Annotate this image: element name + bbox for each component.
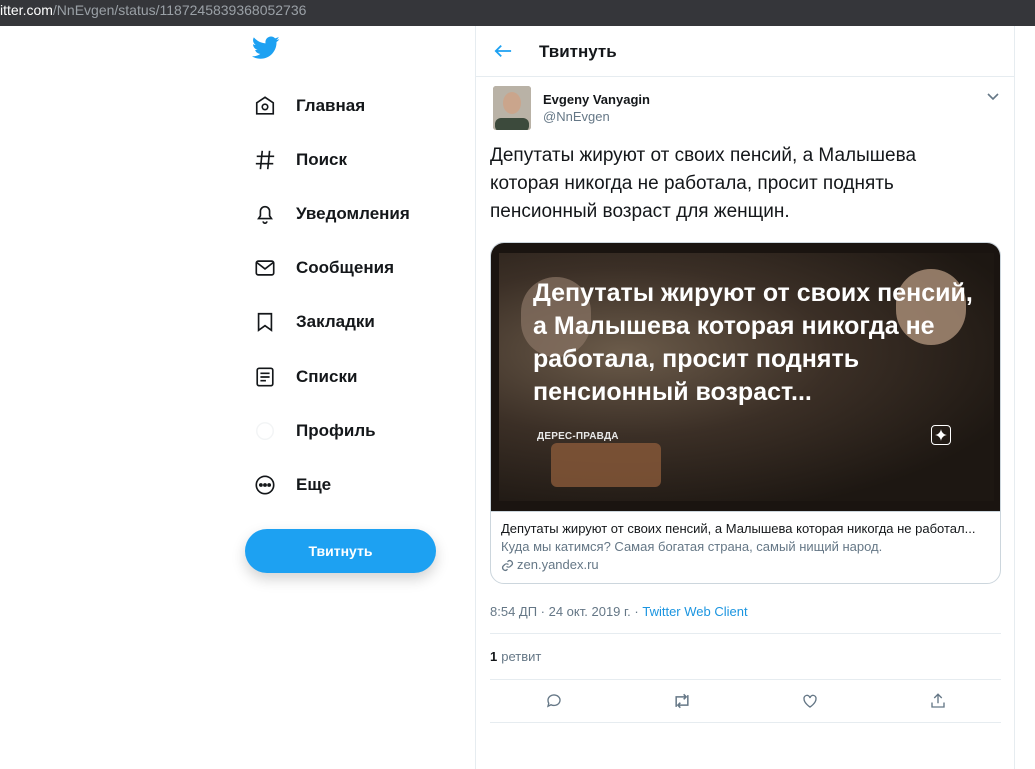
link-card[interactable]: Депутаты жируют от своих пенсий, а Малыш… (490, 242, 1001, 584)
retweet-count[interactable]: 1 (490, 649, 497, 664)
page: Главная Поиск Уведомления Сообщения Закл (0, 26, 1035, 769)
sidebar-item-profile[interactable]: Профиль (246, 411, 390, 451)
sidebar-item-label: Главная (296, 96, 366, 115)
home-icon (254, 95, 276, 117)
zen-logo-icon (931, 425, 951, 445)
card-domain-text: zen.yandex.ru (517, 557, 599, 572)
bookmark-icon (254, 311, 276, 333)
tweet-text: Депутаты жируют от своих пенсий, а Малыш… (490, 145, 917, 222)
browser-url-bar[interactable]: itter.com/NnEvgen/status/118724583936805… (0, 0, 1035, 26)
hashtag-icon (254, 149, 276, 171)
url-host: itter.com (0, 2, 53, 18)
card-domain: zen.yandex.ru (501, 556, 992, 574)
sidebar-item-label: Профиль (296, 421, 376, 440)
sidebar-item-more[interactable]: Еще (246, 465, 345, 505)
url-path: /NnEvgen/status/1187245839368052736 (52, 2, 307, 18)
twitter-logo-icon[interactable] (251, 36, 282, 66)
sidebar-item-label: Еще (296, 475, 332, 494)
url-text[interactable]: itter.com/NnEvgen/status/118724583936805… (0, 2, 306, 18)
avatar[interactable] (493, 86, 531, 130)
client-link[interactable]: Twitter Web Client (642, 604, 747, 619)
card-image[interactable]: Депутаты жируют от своих пенсий, а Малыш… (491, 243, 1000, 511)
card-image-headline: Депутаты жируют от своих пенсий, а Малыш… (533, 279, 973, 406)
sidebar-item-label: Уведомления (296, 204, 410, 223)
more-icon (254, 474, 276, 496)
card-title: Депутаты жируют от своих пенсий, а Малыш… (501, 521, 976, 536)
sidebar-item-bookmarks[interactable]: Закладки (246, 302, 389, 342)
sidebar-item-messages[interactable]: Сообщения (246, 248, 408, 288)
timestamp-text[interactable]: 8:54 ДП · 24 окт. 2019 г. · (490, 604, 642, 619)
sidebar-item-lists[interactable]: Списки (246, 357, 371, 397)
list-icon (254, 366, 276, 388)
main-column: Твитнуть Evgeny Vanyagin @NnEvgen Депута… (475, 26, 1015, 769)
share-icon[interactable] (928, 691, 948, 711)
author-name[interactable]: Evgeny Vanyagin (543, 92, 650, 107)
card-description: Куда мы катимся? Самая богатая страна, с… (501, 539, 883, 554)
profile-icon (254, 420, 276, 442)
sidebar-item-label: Списки (296, 367, 358, 386)
card-image-brand: ДЕРЕС-ПРАВДА (537, 431, 619, 442)
envelope-icon (254, 257, 276, 279)
tweet-stats: 1 ретвит (490, 633, 1001, 680)
sidebar-item-search[interactable]: Поиск (246, 140, 361, 180)
card-meta[interactable]: Депутаты жируют от своих пенсий, а Малыш… (491, 511, 1000, 583)
chevron-down-icon[interactable] (986, 89, 1002, 105)
main-header: Твитнуть (476, 26, 1015, 77)
author-handle[interactable]: @NnEvgen (543, 109, 610, 124)
sidebar-item-notifications[interactable]: Уведомления (246, 194, 424, 234)
bell-icon (254, 203, 276, 225)
reply-icon[interactable] (544, 691, 564, 711)
like-icon[interactable] (800, 691, 820, 711)
card-image-money (551, 443, 661, 487)
sidebar-item-label: Закладки (296, 312, 375, 331)
back-arrow-icon[interactable] (492, 40, 514, 62)
tweet-timestamp: 8:54 ДП · 24 окт. 2019 г. · Twitter Web … (490, 604, 748, 619)
retweet-icon[interactable] (672, 691, 692, 711)
link-icon (501, 559, 514, 572)
sidebar-item-label: Поиск (296, 150, 348, 169)
tweet-button[interactable]: Твитнуть (245, 529, 436, 573)
sidebar-item-label: Сообщения (296, 258, 394, 277)
retweet-label[interactable]: ретвит (501, 649, 541, 664)
tweet-actions (490, 680, 1001, 723)
sidebar-item-home[interactable]: Главная (246, 86, 379, 126)
page-title: Твитнуть (539, 42, 617, 61)
sidebar: Главная Поиск Уведомления Сообщения Закл (236, 26, 456, 769)
